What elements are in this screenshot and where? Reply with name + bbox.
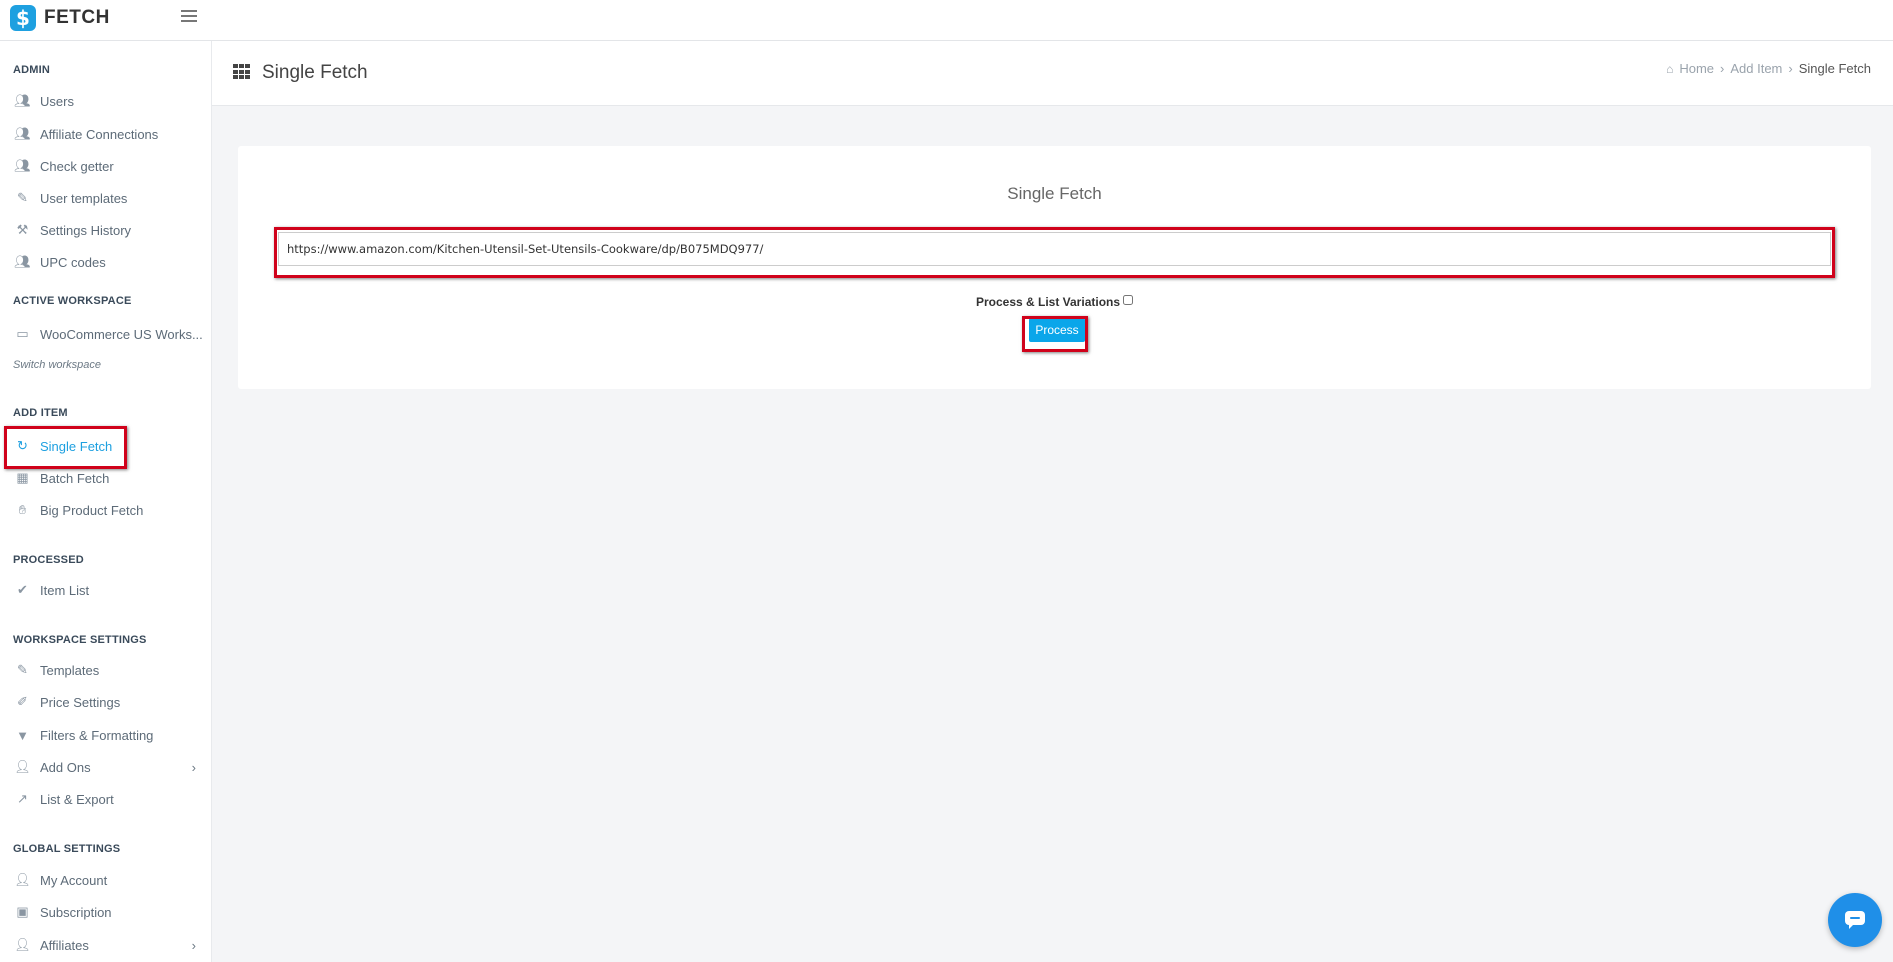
switch-workspace-link[interactable]: Switch workspace — [13, 359, 225, 371]
section-processed: PROCESSED — [13, 554, 84, 566]
page-header: Single Fetch ⌂ Home › Add Item › Single … — [212, 41, 1893, 106]
breadcrumb: ⌂ Home › Add Item › Single Fetch — [1666, 61, 1871, 76]
export-icon: ↗ — [17, 791, 28, 806]
top-bar: $ FETCH — [0, 0, 1893, 41]
breadcrumb-separator: › — [1788, 61, 1793, 76]
section-admin: ADMIN — [13, 64, 51, 76]
pen-icon: ✎ — [17, 190, 28, 205]
single-fetch-card: Single Fetch Process & List Variations P… — [238, 146, 1871, 389]
page-title: Single Fetch — [262, 62, 368, 83]
sidebar-item-affiliate-connections[interactable]: 👥︎ Affiliate Connections — [0, 121, 212, 147]
sidebar-item-item-list[interactable]: ✔ Item List — [0, 577, 212, 603]
sidebar-item-add-ons[interactable]: 👤︎ Add Ons › — [0, 754, 212, 780]
sidebar-item-templates[interactable]: ✎ Templates — [0, 657, 212, 683]
card-title: Single Fetch — [1007, 184, 1102, 203]
user-icon: 👤︎ — [14, 937, 31, 952]
app-logo[interactable]: $ FETCH — [10, 5, 110, 31]
variations-label: Process & List Variations — [975, 295, 1121, 309]
sidebar-item-subscription[interactable]: ▣ Subscription — [0, 899, 212, 925]
sidebar-item-price-settings[interactable]: ✐ Price Settings — [0, 689, 212, 715]
sidebar: ADMIN 👥︎ Users 👥︎ Affiliate Connections 👥︎… — [0, 41, 212, 962]
sidebar-item-single-fetch[interactable]: ↻ Single Fetch — [0, 433, 212, 459]
url-input[interactable] — [278, 232, 1831, 266]
sidebar-item-my-account[interactable]: 👤︎ My Account — [0, 867, 212, 893]
breadcrumb-current: Single Fetch — [1798, 61, 1871, 76]
chat-launcher[interactable] — [1828, 893, 1882, 947]
subscription-icon: ▣ — [16, 904, 29, 919]
breadcrumb-add-item[interactable]: Add Item — [1730, 61, 1782, 76]
sidebar-item-settings-history[interactable]: ⚒ Settings History — [0, 217, 212, 243]
user-icon: 👤︎ — [14, 872, 31, 887]
home-icon: ⌂ — [1666, 61, 1674, 76]
sidebar-item-filters-formatting[interactable]: ▼ Filters & Formatting — [0, 722, 212, 748]
sidebar-item-upc-codes[interactable]: 👥︎ UPC codes — [0, 249, 212, 275]
breadcrumb-home[interactable]: Home — [1679, 61, 1714, 76]
price-tag-icon: ✐ — [17, 694, 28, 709]
sidebar-item-big-product-fetch[interactable]: ✋︎ Big Product Fetch — [0, 497, 212, 523]
sidebar-item-user-templates[interactable]: ✎ User templates — [0, 185, 212, 211]
chat-icon — [1845, 911, 1865, 929]
breadcrumb-separator: › — [1720, 61, 1725, 76]
section-active-workspace: ACTIVE WORKSPACE — [13, 295, 132, 307]
section-global-settings: GLOBAL SETTINGS — [13, 843, 121, 855]
logo-icon: $ — [10, 5, 36, 31]
sidebar-item-affiliates[interactable]: 👤︎ Affiliates › — [0, 932, 212, 958]
sidebar-item-users[interactable]: 👥︎ Users — [0, 88, 212, 114]
users-icon: 👥︎ — [14, 93, 31, 108]
users-icon: 👥︎ — [14, 126, 31, 141]
users-icon: 👥︎ — [14, 158, 31, 173]
app-name: FETCH — [44, 7, 110, 28]
variations-checkbox[interactable] — [1123, 295, 1134, 305]
hamburger-icon[interactable] — [181, 10, 197, 24]
chevron-right-icon: › — [191, 760, 196, 775]
sidebar-item-list-export[interactable]: ↗ List & Export — [0, 786, 212, 812]
sidebar-item-batch-fetch[interactable]: ▦ Batch Fetch — [0, 465, 212, 491]
batch-icon: ▦ — [16, 470, 29, 485]
section-workspace-settings: WORKSPACE SETTINGS — [13, 634, 147, 646]
refresh-icon: ↻ — [17, 438, 28, 453]
monitor-icon: ▭ — [16, 326, 29, 341]
hand-icon: ✋︎ — [18, 502, 27, 517]
pen-icon: ✎ — [17, 662, 28, 677]
process-button[interactable]: Process — [1029, 318, 1085, 342]
tools-icon: ⚒ — [16, 222, 29, 237]
add-user-icon: 👤︎ — [14, 759, 31, 774]
sidebar-item-check-getter[interactable]: 👥︎ Check getter — [0, 153, 212, 179]
section-add-item: ADD ITEM — [13, 407, 68, 419]
variations-row: Process & List Variations — [238, 295, 1871, 309]
grid-icon — [233, 64, 251, 80]
filter-icon: ▼ — [16, 727, 29, 743]
checklist-icon: ✔ — [17, 582, 28, 597]
users-icon: 👥︎ — [14, 254, 31, 269]
chevron-right-icon: › — [191, 938, 196, 953]
sidebar-item-workspace[interactable]: ▭ WooCommerce US Works... — [0, 321, 212, 347]
